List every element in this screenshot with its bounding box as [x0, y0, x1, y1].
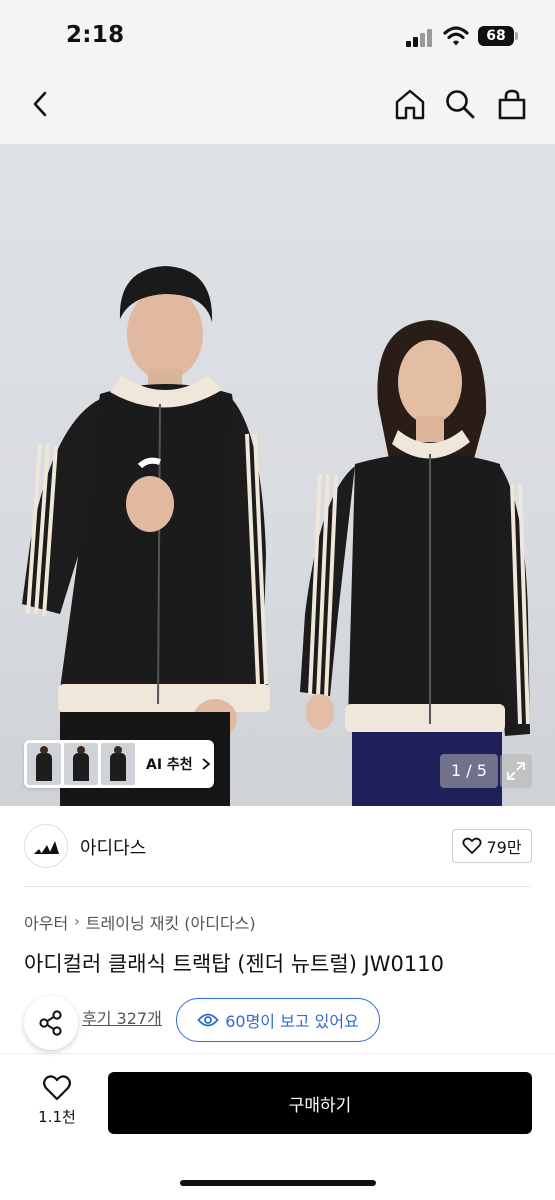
chevron-right-icon	[202, 758, 211, 770]
share-button[interactable]	[24, 996, 78, 1050]
home-button[interactable]	[388, 72, 432, 136]
brand-name[interactable]: 아디다스	[80, 834, 146, 860]
product-photo	[22, 266, 530, 806]
wishlist-button[interactable]: 1.1천	[30, 1074, 84, 1134]
bottom-action-bar: 1.1천 구매하기	[0, 1054, 555, 1200]
breadcrumb-subcategory[interactable]: 트레이닝 재킷 (아디다스)	[86, 910, 256, 934]
chevron-right-icon: ›	[74, 914, 80, 930]
thumbnail-2[interactable]	[64, 743, 98, 785]
ai-recommend-button[interactable]: AI 추천	[146, 754, 211, 774]
adidas-logo-icon	[34, 841, 59, 854]
model-left	[22, 266, 270, 806]
viewers-label: 60명이 보고 있어요	[225, 1012, 359, 1031]
wishlist-count: 1.1천	[38, 1108, 76, 1126]
battery-tip	[515, 32, 518, 40]
share-icon	[39, 1010, 62, 1036]
thumbnail-3[interactable]	[101, 743, 135, 785]
expand-image-button[interactable]	[500, 754, 532, 788]
shopping-bag-icon	[498, 89, 526, 120]
divider	[24, 886, 531, 887]
status-time: 2:18	[66, 22, 125, 48]
review-count-link[interactable]: 후기 327개	[82, 1005, 162, 1029]
heart-icon	[43, 1075, 71, 1101]
ai-recommend-label: AI 추천	[146, 757, 193, 773]
breadcrumb-category[interactable]: 아우터	[24, 910, 68, 934]
top-nav-bar	[0, 72, 555, 144]
wifi-icon	[443, 26, 469, 46]
thumbnail-1[interactable]	[27, 743, 61, 785]
search-icon	[446, 90, 475, 119]
brand-like-button[interactable]: 79만	[452, 829, 532, 863]
home-icon	[395, 89, 425, 120]
back-button[interactable]	[18, 72, 62, 136]
product-image-carousel[interactable]: AI 추천 1 / 5	[0, 144, 555, 806]
brand-row[interactable]: 아디다스 79만	[0, 806, 555, 888]
viewers-badge: 60명이 보고 있어요	[176, 998, 380, 1042]
expand-icon	[507, 762, 525, 780]
eye-icon	[197, 1013, 219, 1027]
brand-like-count: 79만	[486, 838, 522, 857]
ai-recommendation-strip[interactable]: AI 추천	[24, 740, 214, 788]
model-right	[300, 320, 530, 806]
product-title: 아디컬러 클래식 트랙탑 (젠더 뉴트럴) JW0110	[24, 952, 444, 976]
home-indicator	[180, 1180, 376, 1186]
battery-indicator: 68	[478, 26, 514, 46]
chevron-left-icon	[33, 91, 47, 117]
shopping-bag-button[interactable]	[490, 72, 534, 136]
review-row: 후기 327개 60명이 보고 있어요	[24, 996, 534, 1050]
search-button[interactable]	[438, 72, 482, 136]
cellular-signal-icon	[406, 29, 432, 47]
buy-button[interactable]: 구매하기	[108, 1072, 532, 1134]
heart-icon	[462, 837, 482, 854]
breadcrumb: 아우터 › 트레이닝 재킷 (아디다스)	[24, 910, 256, 934]
brand-logo[interactable]	[24, 824, 68, 868]
image-counter: 1 / 5	[440, 754, 498, 788]
status-bar: 2:18 68	[0, 0, 555, 72]
